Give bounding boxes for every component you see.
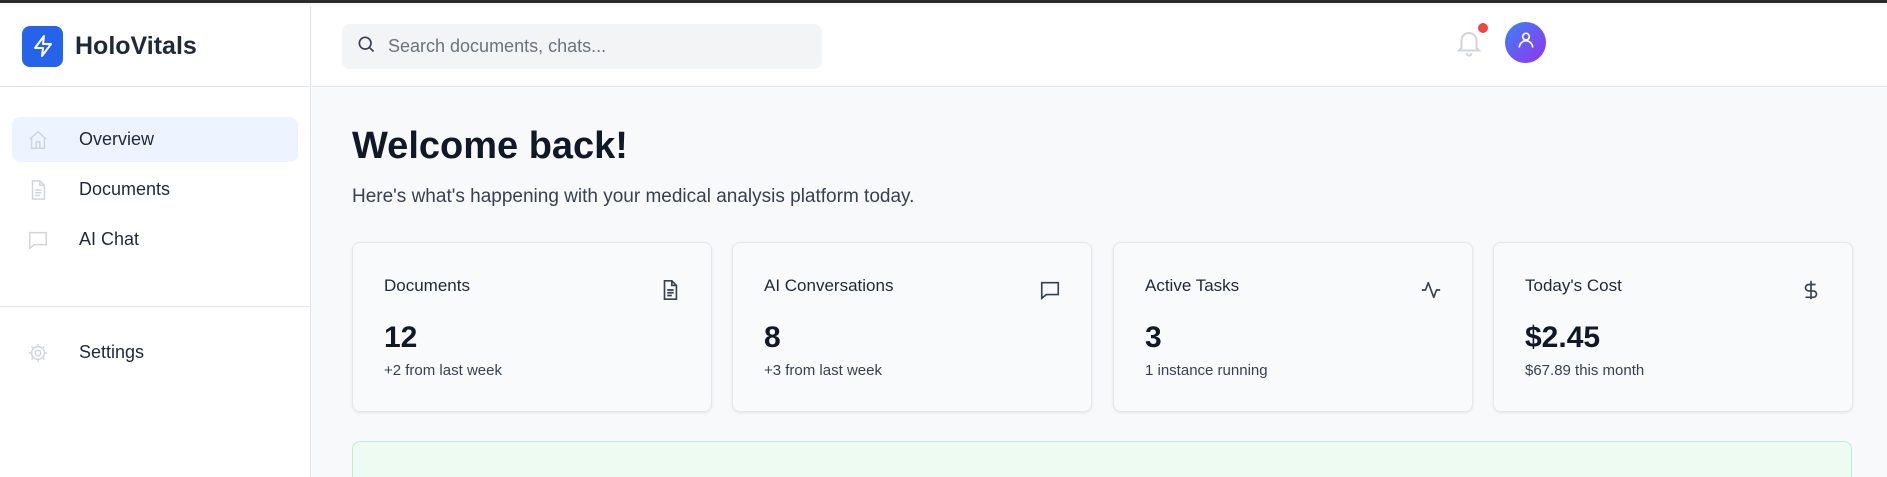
search-input[interactable] [388,36,808,57]
stat-value: 8 [764,321,781,354]
stat-note: +2 from last week [384,362,502,379]
page-subtitle: Here's what's happening with your medica… [352,186,915,207]
chat-icon [1039,279,1061,301]
info-banner [352,441,1852,477]
stat-note: $67.89 this month [1525,362,1645,379]
dollar-icon [1800,279,1822,301]
avatar[interactable] [1505,22,1546,63]
search-box[interactable] [342,24,822,69]
sidebar-item-label: Overview [79,129,155,149]
chat-icon [26,228,50,252]
notification-dot [1478,23,1488,33]
stat-value: 12 [384,321,418,354]
sidebar-item-label: Documents [79,179,171,199]
stat-value: 3 [1145,321,1162,354]
stat-title: Documents [384,276,470,295]
stat-title: Today's Cost [1525,276,1622,295]
stat-title: Active Tasks [1145,276,1240,295]
gear-icon [26,341,50,365]
brand[interactable]: HoloVitals [0,6,310,87]
document-icon [659,279,681,301]
stat-card-documents[interactable]: Documents 12 +2 from last week [352,242,712,412]
sidebar: HoloVitals Overview Documents AI Chat Se… [0,6,311,477]
sidebar-item-label: AI Chat [79,229,140,249]
stat-note: 1 instance running [1145,362,1268,379]
document-icon [26,178,50,202]
stat-title: AI Conversations [764,276,894,295]
sidebar-item-documents[interactable]: Documents [12,167,298,212]
sidebar-nav: Overview Documents AI Chat [0,87,310,262]
stat-card-ai-conversations[interactable]: AI Conversations 8 +3 from last week [732,242,1092,412]
stat-value: $2.45 [1525,321,1601,354]
stat-card-active-tasks[interactable]: Active Tasks 3 1 instance running [1113,242,1473,412]
user-icon [1516,30,1536,55]
sidebar-secondary-nav: Settings [0,307,310,375]
sidebar-item-label: Settings [79,342,145,362]
stat-card-todays-cost[interactable]: Today's Cost $2.45 $67.89 this month [1493,242,1853,412]
lightning-bolt-icon [22,25,63,67]
search-icon [356,34,376,59]
sidebar-item-overview[interactable]: Overview [12,117,298,162]
stat-note: +3 from last week [764,362,882,379]
main-content: Welcome back! Here's what's happening wi… [352,125,1853,412]
brand-name: HoloVitals [75,31,197,60]
top-bar [312,6,1887,87]
page-title: Welcome back! [352,125,628,167]
activity-icon [1420,279,1442,301]
sidebar-item-settings[interactable]: Settings [12,330,298,375]
sidebar-item-ai-chat[interactable]: AI Chat [12,217,298,262]
home-icon [26,128,50,152]
bell-icon[interactable] [1454,28,1484,58]
stats-cards: Documents 12 +2 from last week AI Conver… [352,242,1853,412]
